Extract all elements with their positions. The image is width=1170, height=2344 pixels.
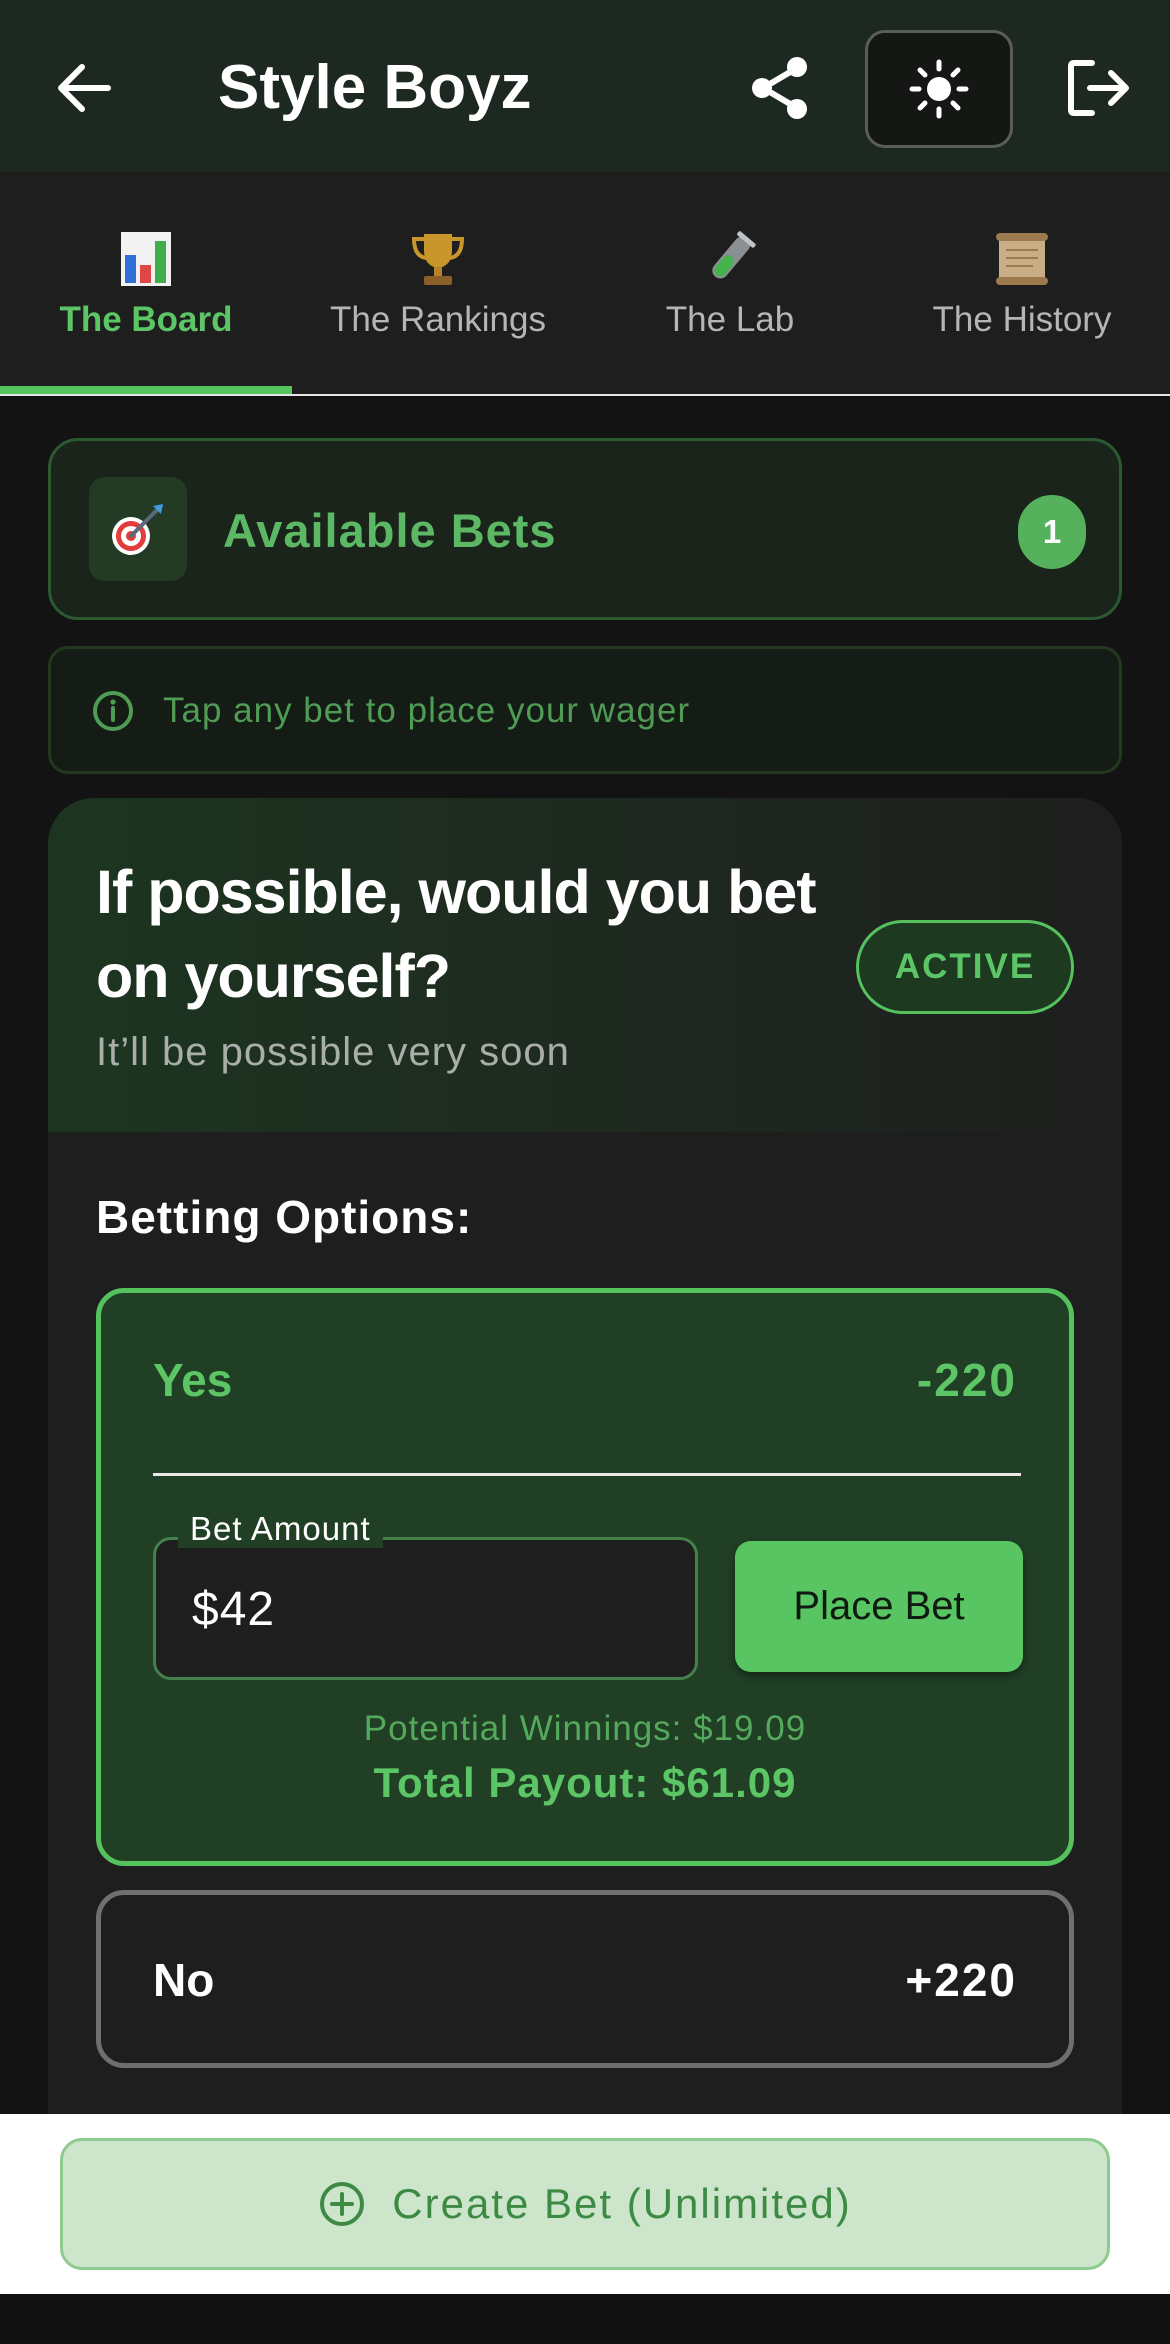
- tip-banner: Tap any bet to place your wager: [48, 646, 1122, 774]
- bet-option-no[interactable]: No +220: [96, 1890, 1074, 2068]
- bet-amount-field[interactable]: Bet Amount $42: [153, 1510, 698, 1680]
- create-bet-label: Create Bet (Unlimited): [392, 2180, 852, 2227]
- available-bets-title: Available Bets: [223, 504, 557, 557]
- bet-card-header: If possible, would you bet on yourself? …: [48, 798, 1122, 1132]
- scroll-icon: [876, 226, 1168, 292]
- tab-board-label: The Board: [59, 300, 233, 339]
- option-divider: [153, 1473, 1021, 1476]
- bet-amount-value: $42: [192, 1583, 276, 1636]
- bet-subtitle: It’ll be possible very soon: [96, 1030, 570, 1074]
- tab-lab-label: The Lab: [665, 300, 795, 339]
- tip-text: Tap any bet to place your wager: [163, 691, 691, 730]
- option-odds: -220: [916, 1354, 1017, 1406]
- plus-circle-icon: [320, 2182, 365, 2226]
- dart-target-icon: [89, 477, 187, 581]
- trophy-icon: [292, 226, 584, 292]
- info-icon: [93, 691, 133, 731]
- test-tube-icon: [584, 226, 876, 292]
- tab-rankings-label: The Rankings: [330, 300, 546, 339]
- active-tab-indicator: [0, 386, 292, 394]
- app-header: Style Boyz: [0, 0, 1170, 172]
- bet-question: If possible, would you bet on yourself?: [96, 858, 817, 1010]
- tab-bar: The Board The Rankings The Lab The Histo…: [0, 172, 1170, 396]
- bet-option-yes[interactable]: Yes -220 Bet Amount $42 Place Bet Potent…: [96, 1288, 1074, 1866]
- tab-board[interactable]: The Board: [0, 172, 292, 394]
- tab-history[interactable]: The History: [876, 172, 1168, 394]
- total-payout: Total Payout: $61.09: [373, 1759, 797, 1806]
- sun-icon: [909, 59, 969, 119]
- bet-amount-label: Bet Amount: [178, 1510, 383, 1548]
- arrow-left-icon: [58, 64, 111, 112]
- tab-history-label: The History: [932, 300, 1112, 339]
- back-button[interactable]: [44, 46, 124, 130]
- page-title: Style Boyz: [218, 53, 532, 122]
- option-name: No: [153, 1954, 215, 2006]
- status-badge: ACTIVE: [856, 920, 1074, 1014]
- share-button[interactable]: [740, 48, 820, 128]
- share-icon: [752, 57, 807, 119]
- logout-button[interactable]: [1058, 48, 1138, 128]
- bottom-action-bar: Create Bet (Unlimited): [0, 2114, 1170, 2294]
- tab-rankings[interactable]: The Rankings: [292, 172, 584, 394]
- available-bets-header: Available Bets 1: [48, 438, 1122, 620]
- tab-lab[interactable]: The Lab: [584, 172, 876, 394]
- board-content[interactable]: Available Bets 1 Tap any bet to place yo…: [0, 396, 1170, 2138]
- logout-icon: [1068, 60, 1129, 116]
- bet-card[interactable]: If possible, would you bet on yourself? …: [48, 798, 1122, 2138]
- potential-winnings: Potential Winnings: $19.09: [363, 1709, 807, 1748]
- betting-options-label: Betting Options:: [96, 1191, 473, 1243]
- system-bottom-strip: [0, 2294, 1170, 2344]
- option-name: Yes: [153, 1354, 233, 1406]
- create-bet-button[interactable]: Create Bet (Unlimited): [60, 2138, 1110, 2270]
- theme-toggle-button[interactable]: [865, 30, 1013, 148]
- bar-chart-icon: [0, 226, 292, 292]
- available-bets-count-badge: 1: [1018, 495, 1086, 569]
- place-bet-button[interactable]: Place Bet: [735, 1541, 1023, 1672]
- option-odds: +220: [905, 1954, 1017, 2006]
